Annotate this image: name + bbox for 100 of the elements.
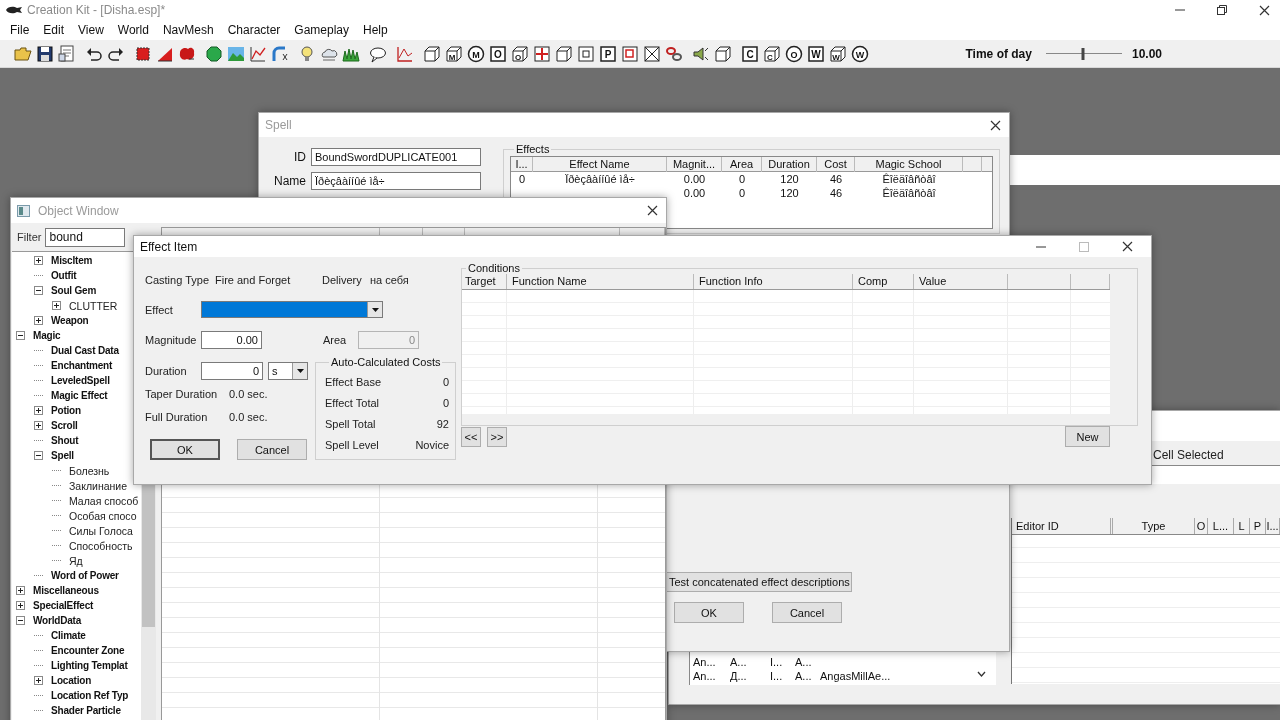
tree-item[interactable]: Shader Particle <box>51 705 121 716</box>
tree-item[interactable]: Magic Effect <box>51 390 108 401</box>
expand-icon[interactable] <box>52 301 61 310</box>
menu-item[interactable]: World <box>111 23 155 37</box>
tree-item[interactable]: Spell <box>51 450 74 461</box>
unit-dropdown[interactable]: s <box>268 361 308 380</box>
tree-item[interactable]: Encounter Zone <box>51 645 125 656</box>
tree-item[interactable]: Soul Gem <box>51 285 97 296</box>
tree-item[interactable]: Lighting Templat <box>51 660 128 671</box>
tree-item[interactable]: SpecialEffect <box>33 600 94 611</box>
document-icon[interactable] <box>57 44 76 63</box>
column-header[interactable]: I... <box>1266 518 1280 534</box>
tree-item[interactable]: Word of Power <box>51 570 119 581</box>
new-button[interactable]: New <box>1065 426 1110 447</box>
tree-item[interactable]: Location Ref Typ <box>51 690 129 701</box>
tree-item[interactable]: Potion <box>51 405 81 416</box>
column-header[interactable]: Target <box>462 274 507 289</box>
cube-icon[interactable]: M <box>444 44 463 63</box>
collapse-icon[interactable] <box>34 451 43 460</box>
pipe-icon[interactable] <box>270 44 289 63</box>
circle-letter-icon[interactable]: O <box>784 44 803 63</box>
tree-item[interactable]: Enchantment <box>51 360 113 371</box>
input-field[interactable]: 0.00 <box>201 330 262 349</box>
menu-item[interactable]: Character <box>221 23 287 37</box>
slider-thumb[interactable] <box>1081 47 1085 60</box>
tree-item[interactable]: Силы Голоса <box>69 524 133 537</box>
tree-item[interactable]: Magic <box>33 330 61 341</box>
close-icon[interactable] <box>1122 241 1133 252</box>
column-header[interactable]: L <box>1234 518 1250 534</box>
chart-icon[interactable] <box>395 44 414 63</box>
graph-icon[interactable] <box>248 44 267 63</box>
tree-item[interactable]: Outfit <box>51 270 77 281</box>
collapse-icon[interactable] <box>16 616 25 625</box>
column-header[interactable]: P <box>1250 518 1266 534</box>
box-cross-icon[interactable] <box>532 44 551 63</box>
box-letter-icon[interactable]: P <box>598 44 617 63</box>
menu-item[interactable]: Edit <box>37 23 71 37</box>
box-letter-icon[interactable]: O <box>488 44 507 63</box>
tree-item[interactable]: Weapon <box>51 315 89 326</box>
box-x-icon[interactable] <box>642 44 661 63</box>
tree-item[interactable]: Яд <box>69 554 83 567</box>
dialog-button[interactable]: Cancel <box>237 439 307 460</box>
menu-item[interactable]: View <box>72 23 110 37</box>
cube-icon[interactable]: O <box>510 44 529 63</box>
column-header[interactable]: Comp <box>853 274 914 289</box>
column-header[interactable]: Type <box>1113 518 1195 534</box>
input-field[interactable]: 0 <box>201 361 263 380</box>
circle-letter-icon[interactable]: M <box>466 44 485 63</box>
chain-icon[interactable] <box>664 44 683 63</box>
speech-bubble-icon[interactable] <box>368 44 387 63</box>
menu-item[interactable]: Gameplay <box>288 23 356 37</box>
cube-icon[interactable] <box>713 44 732 63</box>
tree-item[interactable]: Shout <box>51 435 79 446</box>
tree-item[interactable]: Location <box>51 675 92 686</box>
tree-item[interactable]: MiscItem <box>51 255 93 266</box>
folder-icon[interactable] <box>13 44 32 63</box>
box-letter-icon[interactable]: W <box>806 44 825 63</box>
tree-item[interactable]: LeveledSpell <box>51 375 110 386</box>
column-header[interactable]: Duration <box>762 156 817 172</box>
nav-button[interactable]: >> <box>487 426 507 447</box>
tree-item[interactable]: Заклинание <box>69 479 128 492</box>
column-header[interactable]: O <box>1195 518 1208 534</box>
tree-item[interactable]: Miscellaneous <box>33 585 99 596</box>
speaker-icon[interactable] <box>691 44 710 63</box>
frame-icon[interactable] <box>576 44 595 63</box>
cube-icon[interactable]: W <box>828 44 847 63</box>
tree-item[interactable]: Особая спосо <box>69 509 137 522</box>
tree-item[interactable]: CLUTTER <box>69 299 118 312</box>
expand-icon[interactable] <box>34 256 43 265</box>
cube-icon[interactable]: C <box>762 44 781 63</box>
expand-icon[interactable] <box>34 406 43 415</box>
column-header[interactable]: Magnit... <box>667 156 722 172</box>
column-header[interactable]: Area <box>722 156 762 172</box>
dialog-button[interactable]: OK <box>674 602 744 623</box>
column-header[interactable]: Cost <box>817 156 855 172</box>
column-header[interactable]: Cell Selected <box>1153 447 1224 462</box>
column-header[interactable]: Magic School <box>855 156 963 172</box>
tree-item[interactable]: Малая способ <box>69 494 139 507</box>
collapse-icon[interactable] <box>16 331 25 340</box>
octagon-icon[interactable] <box>204 44 223 63</box>
tree-item[interactable]: WorldData <box>33 615 82 626</box>
expand-icon[interactable] <box>34 421 43 430</box>
menu-item[interactable]: Help <box>357 23 394 37</box>
tree-item[interactable]: Climate <box>51 630 86 641</box>
column-header[interactable]: Value <box>914 274 1008 289</box>
column-header[interactable]: I... <box>511 156 533 172</box>
save-icon[interactable] <box>35 44 54 63</box>
close-icon[interactable] <box>647 205 658 216</box>
menu-item[interactable]: NavMesh <box>156 23 220 37</box>
close-icon[interactable] <box>990 119 1001 131</box>
close-icon[interactable] <box>1259 4 1270 16</box>
nav-button[interactable]: << <box>461 426 481 447</box>
expand-icon[interactable] <box>16 586 25 595</box>
landscape-icon[interactable] <box>226 44 245 63</box>
dialog-button[interactable]: OK <box>150 439 220 460</box>
cube-icon[interactable] <box>422 44 441 63</box>
tree-item[interactable]: Scroll <box>51 420 78 431</box>
cube-icon[interactable] <box>554 44 573 63</box>
input-field[interactable]: Ïðèçâàííûé ìå÷ <box>311 172 481 190</box>
chevron-down-icon[interactable] <box>977 671 986 677</box>
